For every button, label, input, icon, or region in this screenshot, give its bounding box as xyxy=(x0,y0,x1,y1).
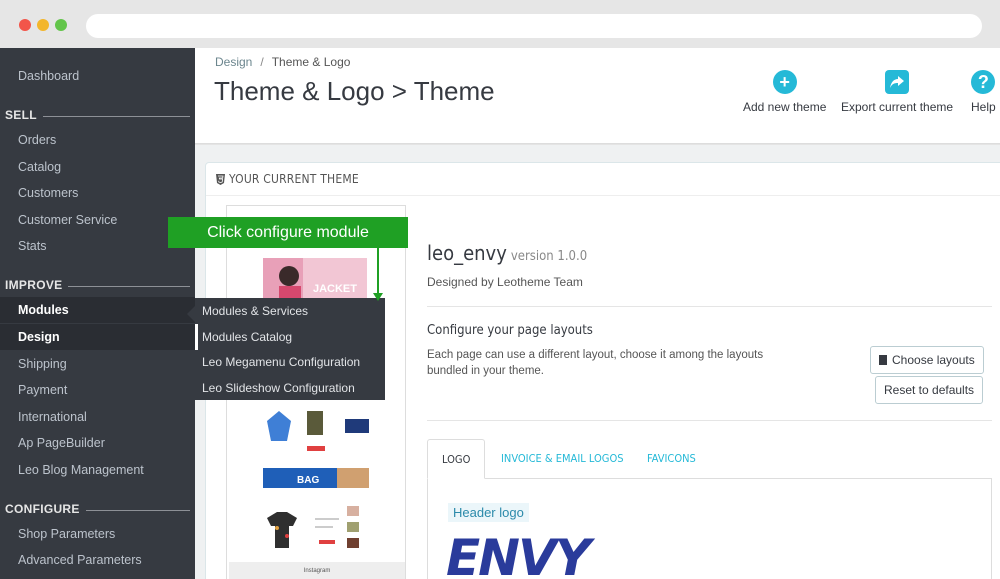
header-logo-label: Header logo xyxy=(448,503,529,522)
sidebar-section-sell: SELL xyxy=(5,108,190,128)
sidebar-section-configure: CONFIGURE xyxy=(5,502,190,522)
breadcrumb-parent[interactable]: Design xyxy=(215,55,252,69)
sidebar-item-payment[interactable]: Payment xyxy=(0,377,195,403)
plus-circle-icon: + xyxy=(772,70,797,94)
question-circle-icon: ? xyxy=(971,70,996,94)
file-icon xyxy=(879,355,887,365)
sidebar-item-customers[interactable]: Customers xyxy=(0,180,195,206)
sidebar-item-catalog[interactable]: Catalog xyxy=(0,154,195,180)
configure-layouts-description: Each page can use a different layout, ch… xyxy=(427,349,764,377)
panel-heading: YOUR CURRENT THEME xyxy=(206,163,1000,196)
sidebar-item-advanced-parameters[interactable]: Advanced Parameters xyxy=(0,547,195,573)
sidebar-item-customer-service[interactable]: Customer Service xyxy=(0,207,195,233)
theme-name: leo_envy version 1.0.0 xyxy=(427,241,588,265)
submenu-item-modules-catalog[interactable]: Modules Catalog xyxy=(195,324,385,350)
export-theme-button[interactable]: Export current theme xyxy=(841,70,953,114)
reset-defaults-button[interactable]: Reset to defaults xyxy=(875,376,984,404)
address-bar[interactable] xyxy=(86,14,982,38)
breadcrumb-current: Theme & Logo xyxy=(271,55,351,69)
modules-submenu: Modules & Services Modules Catalog Leo M… xyxy=(187,298,385,401)
annotation-arrow-head-icon xyxy=(373,293,383,301)
tab-favicons[interactable]: FAVICONS xyxy=(647,439,696,479)
sidebar-item-orders[interactable]: Orders xyxy=(0,127,195,153)
theme-author: Designed by Leotheme Team xyxy=(427,275,583,289)
logo-tab-pane: Header logo ENVY xyxy=(427,479,992,579)
sidebar-item-dashboard[interactable]: Dashboard xyxy=(0,63,195,89)
configure-layouts-title: Configure your page layouts xyxy=(427,323,593,338)
minimize-window-dot[interactable] xyxy=(37,19,49,31)
page-header: Design / Theme & Logo Theme & Logo > Theme… xyxy=(195,48,1000,144)
admin-sidebar: Dashboard SELL Orders Catalog Customers … xyxy=(0,48,195,579)
logo-tabs: LOGO INVOICE & EMAIL LOGOS FAVICONS xyxy=(427,439,992,479)
annotation-callout: Click configure module xyxy=(168,217,408,248)
theme-version: version 1.0.0 xyxy=(510,249,588,264)
help-button[interactable]: ? Help xyxy=(971,70,996,114)
tab-invoice-email-logos[interactable]: INVOICE & EMAIL LOGOS xyxy=(501,439,624,479)
divider xyxy=(427,420,992,421)
choose-layouts-button[interactable]: Choose layouts xyxy=(870,346,984,374)
preview-instagram-text: Instagram xyxy=(304,568,331,574)
tab-logo[interactable]: LOGO xyxy=(427,439,486,479)
breadcrumb: Design / Theme & Logo xyxy=(215,55,351,69)
submenu-item-leo-megamenu[interactable]: Leo Megamenu Configuration xyxy=(195,349,385,375)
sidebar-item-shipping[interactable]: Shipping xyxy=(0,351,195,377)
sidebar-item-stats[interactable]: Stats xyxy=(0,233,195,259)
sidebar-item-modules[interactable]: Modules xyxy=(0,297,195,323)
annotation-arrow-line xyxy=(377,248,379,296)
add-new-theme-button[interactable]: + Add new theme xyxy=(743,70,826,114)
envy-logo[interactable]: ENVY xyxy=(446,529,591,579)
browser-chrome xyxy=(0,0,1000,48)
sidebar-item-international[interactable]: International xyxy=(0,404,195,430)
share-arrow-icon xyxy=(885,70,910,94)
page-title: Theme & Logo > Theme xyxy=(214,76,495,106)
divider xyxy=(427,306,992,307)
sidebar-item-ap-pagebuilder[interactable]: Ap PageBuilder xyxy=(0,430,195,456)
sidebar-item-shop-parameters[interactable]: Shop Parameters xyxy=(0,521,195,547)
html5-icon xyxy=(216,174,225,185)
submenu-item-modules-services[interactable]: Modules & Services xyxy=(195,298,385,324)
maximize-window-dot[interactable] xyxy=(55,19,67,31)
preview-banner-text: JACKET xyxy=(313,283,357,295)
submenu-item-leo-slideshow[interactable]: Leo Slideshow Configuration xyxy=(195,375,385,401)
preview-bag-text: BAG xyxy=(297,475,319,486)
sidebar-section-improve: IMPROVE xyxy=(5,278,190,298)
sidebar-item-leo-blog[interactable]: Leo Blog Management xyxy=(0,457,195,483)
sidebar-item-design[interactable]: Design xyxy=(0,324,195,350)
close-window-dot[interactable] xyxy=(19,19,31,31)
